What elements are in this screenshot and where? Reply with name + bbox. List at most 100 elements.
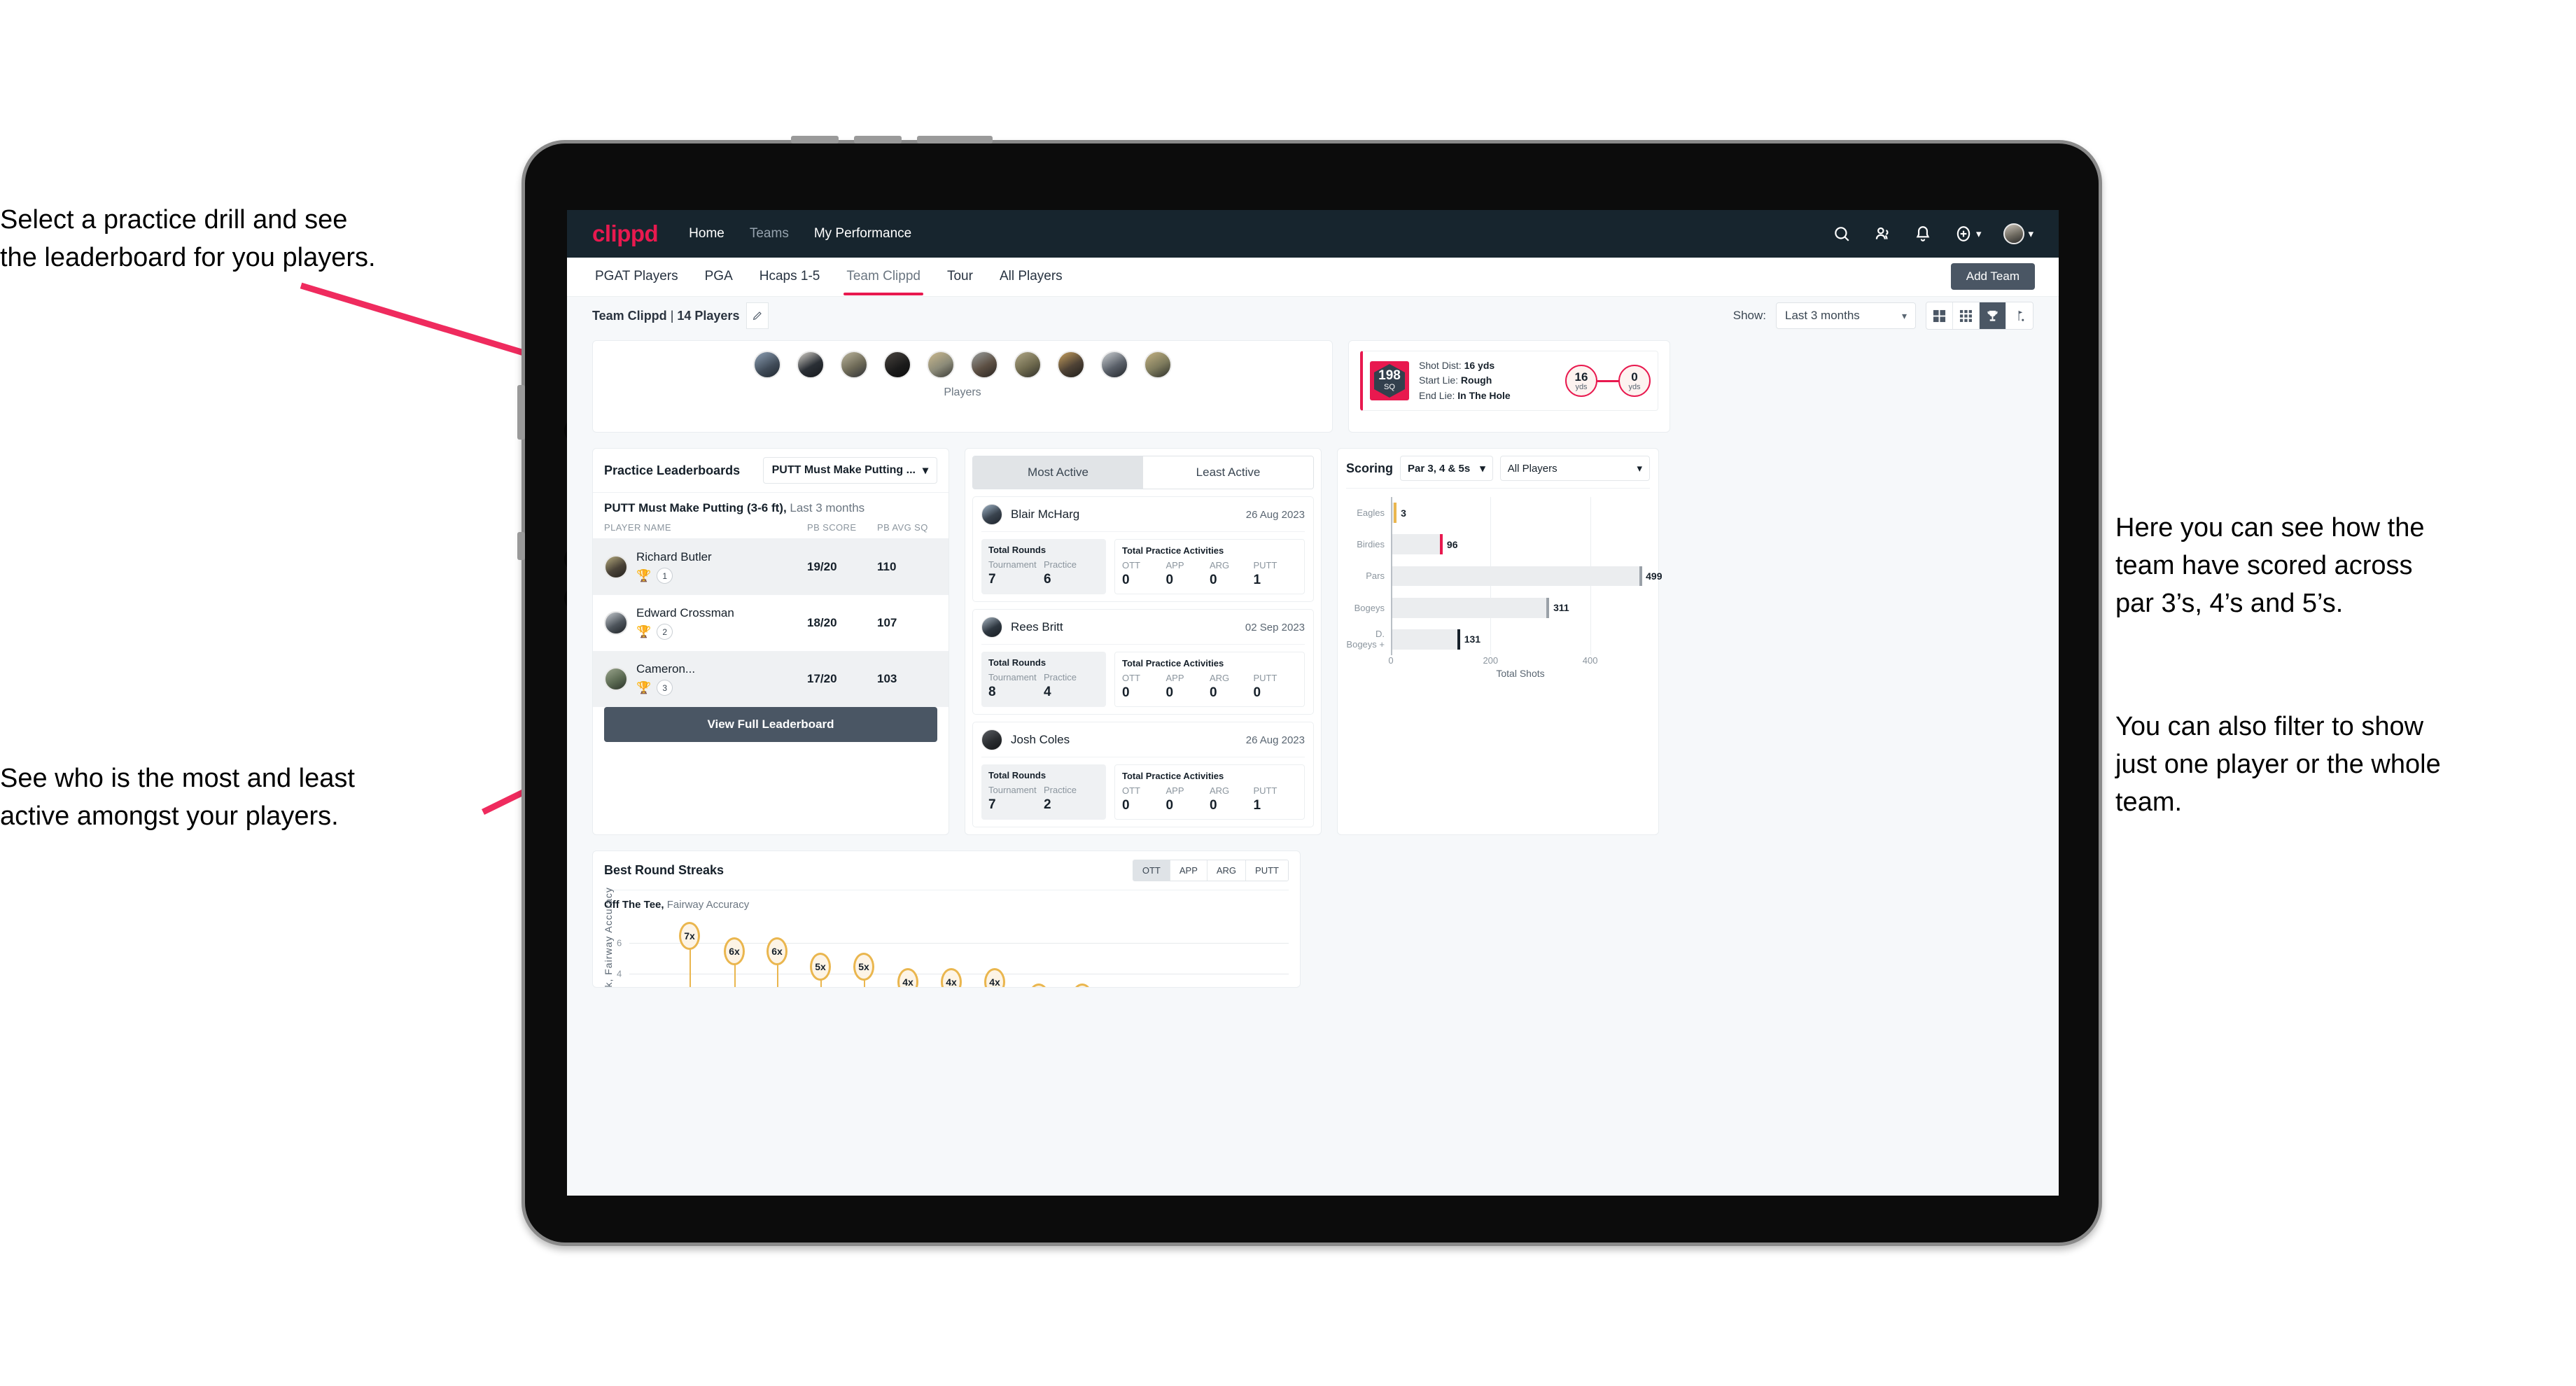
rounds-columns: Tournament 7 Practice 6 bbox=[988, 559, 1099, 587]
period-select[interactable]: Last 3 months ▾ bbox=[1776, 302, 1916, 329]
subheader-controls: Show: Last 3 months ▾ bbox=[1733, 302, 2033, 330]
stat-label: APP bbox=[1166, 560, 1184, 570]
bar-fill bbox=[1392, 597, 1547, 618]
nav-link-home[interactable]: Home bbox=[689, 226, 724, 241]
device-button-top-1 bbox=[791, 136, 839, 144]
stat-label: PUTT bbox=[1253, 560, 1278, 570]
streak-marker[interactable]: 4x bbox=[984, 968, 1005, 987]
tab-putt[interactable]: PUTT bbox=[1246, 860, 1288, 881]
stat-label: Practice bbox=[1044, 785, 1077, 795]
user-menu[interactable]: ▾ bbox=[2003, 223, 2033, 244]
practice-activities-box: Total Practice Activities OTT 0 APP 0 ARG 0… bbox=[1114, 764, 1305, 820]
streak-marker[interactable]: 4x bbox=[941, 968, 962, 987]
nav-link-my-performance[interactable]: My Performance bbox=[814, 226, 911, 241]
device-button-top-2 bbox=[854, 136, 902, 144]
streak-marker[interactable]: 3x bbox=[1072, 983, 1093, 987]
activity-player-header: Blair McHarg 26 Aug 2023 bbox=[981, 504, 1305, 532]
table-row[interactable]: Edward Crossman 🏆 2 18/20 107 bbox=[593, 595, 948, 651]
grid-large-icon[interactable] bbox=[1926, 302, 1953, 329]
bar-value: 131 bbox=[1464, 634, 1481, 645]
avatar[interactable] bbox=[970, 351, 998, 379]
list-item[interactable]: Blair McHarg 26 Aug 2023 Total Rounds To… bbox=[972, 496, 1314, 602]
rank-badge: 1 bbox=[657, 568, 673, 584]
drill-select[interactable]: PUTT Must Make Putting ... ▾ bbox=[762, 457, 937, 484]
avatar[interactable] bbox=[927, 351, 955, 379]
list-item[interactable]: Rees Britt 02 Sep 2023 Total Rounds Tour… bbox=[972, 609, 1314, 715]
par-filter-select[interactable]: Par 3, 4 & 5s ▾ bbox=[1400, 456, 1493, 481]
table-row[interactable]: Richard Butler 🏆 1 19/20 110 bbox=[593, 539, 948, 595]
clippd-logo[interactable]: clippd bbox=[592, 220, 659, 247]
edit-team-button[interactable] bbox=[746, 302, 769, 329]
leaderboard-player: Cameron... 🏆 3 bbox=[636, 662, 807, 696]
shot-quality-value: 198 bbox=[1378, 368, 1401, 383]
bar-cap bbox=[1457, 629, 1460, 650]
chevron-down-icon: ▾ bbox=[2028, 228, 2033, 240]
x-tick: 400 bbox=[1582, 655, 1598, 666]
tab-least-active[interactable]: Least Active bbox=[1143, 456, 1313, 489]
streak-marker[interactable]: 6x bbox=[766, 937, 788, 965]
stat-value: 1 bbox=[1253, 798, 1261, 813]
pb-avg-sq-value: 107 bbox=[877, 616, 897, 629]
trophy-icon[interactable] bbox=[1980, 302, 2006, 329]
tab-arg[interactable]: ARG bbox=[1207, 860, 1247, 881]
grid-small-icon[interactable] bbox=[1953, 302, 1980, 329]
view-full-leaderboard-button[interactable]: View Full Leaderboard bbox=[604, 707, 937, 742]
team-subheader: Team Clippd | 14 Players Show: Last 3 mo… bbox=[567, 297, 2059, 335]
tab-tour[interactable]: Tour bbox=[944, 259, 976, 295]
avatar[interactable] bbox=[1144, 351, 1172, 379]
tab-team-clippd[interactable]: Team Clippd bbox=[844, 259, 923, 295]
bar-value: 499 bbox=[1646, 570, 1662, 582]
tab-most-active[interactable]: Most Active bbox=[973, 456, 1143, 489]
avatar[interactable] bbox=[1014, 351, 1042, 379]
people-icon[interactable] bbox=[1873, 225, 1891, 243]
add-team-button[interactable]: Add Team bbox=[1950, 263, 2035, 290]
bell-icon[interactable] bbox=[1914, 225, 1932, 243]
stat-value: 0 bbox=[1166, 798, 1174, 813]
avatar[interactable] bbox=[883, 351, 911, 379]
avatar[interactable] bbox=[840, 351, 868, 379]
add-menu[interactable]: ▾ bbox=[1954, 225, 1981, 243]
avatar bbox=[981, 504, 1002, 525]
end-lie-value: In The Hole bbox=[1457, 389, 1511, 401]
nav-link-teams[interactable]: Teams bbox=[750, 226, 789, 241]
player-filter-select[interactable]: All Players ▾ bbox=[1499, 456, 1650, 481]
bar-cap bbox=[1546, 597, 1550, 618]
tab-all-players[interactable]: All Players bbox=[997, 259, 1065, 295]
streak-marker[interactable]: 7x bbox=[679, 922, 700, 950]
streaks-header: Best Round Streaks OTT APP ARG PUTT bbox=[604, 860, 1289, 890]
flag-icon[interactable] bbox=[2006, 302, 2033, 329]
avatar[interactable] bbox=[797, 351, 825, 379]
streak-marker[interactable]: 4x bbox=[897, 968, 918, 987]
scoring-bar-chart: Eagles 3 Birdies 96 Pars 499 Bogeys 311 … bbox=[1346, 497, 1662, 679]
best-round-streaks-card: Best Round Streaks OTT APP ARG PUTT Off … bbox=[592, 850, 1301, 988]
tab-hcaps-1-5[interactable]: Hcaps 1-5 bbox=[757, 259, 823, 295]
avatar[interactable] bbox=[1057, 351, 1085, 379]
stat-label: PUTT bbox=[1253, 673, 1278, 683]
tab-ott[interactable]: OTT bbox=[1133, 860, 1170, 881]
trophy-bronze-icon: 🏆 bbox=[636, 681, 652, 694]
streak-marker[interactable]: 5x bbox=[810, 953, 831, 981]
tab-app[interactable]: APP bbox=[1170, 860, 1208, 881]
shot-detail-row[interactable]: 198 SQ Shot Dist: 16 yds Start Lie: Roug… bbox=[1360, 351, 1658, 411]
list-item[interactable]: Josh Coles 26 Aug 2023 Total Rounds Tour… bbox=[972, 722, 1314, 827]
search-icon[interactable] bbox=[1833, 225, 1851, 243]
bar-cap bbox=[1394, 503, 1397, 524]
period-select-value: Last 3 months bbox=[1785, 309, 1860, 322]
streak-marker[interactable]: 5x bbox=[853, 953, 874, 981]
shot-quality-badge: 198 SQ bbox=[1370, 361, 1409, 400]
player-name: Josh Coles bbox=[1011, 733, 1070, 746]
streak-marker[interactable]: 3x bbox=[1028, 983, 1049, 987]
streak-marker[interactable]: 6x bbox=[724, 937, 745, 965]
tab-pgat-players[interactable]: PGAT Players bbox=[592, 259, 681, 295]
shot-end-unit: yds bbox=[1628, 382, 1641, 391]
tab-pga[interactable]: PGA bbox=[702, 259, 736, 295]
stat-practice: Practice 6 bbox=[1044, 559, 1099, 587]
stat-app: APP 0 bbox=[1166, 785, 1210, 813]
player-name: Blair McHarg bbox=[1011, 507, 1080, 521]
avatar[interactable] bbox=[753, 351, 781, 379]
stat-ott: OTT 0 bbox=[1122, 785, 1166, 813]
avatar[interactable] bbox=[1100, 351, 1128, 379]
avatar[interactable] bbox=[2003, 223, 2025, 244]
plus-circle-icon[interactable] bbox=[1954, 225, 1973, 243]
table-row[interactable]: Cameron... 🏆 3 17/20 103 bbox=[593, 651, 948, 707]
